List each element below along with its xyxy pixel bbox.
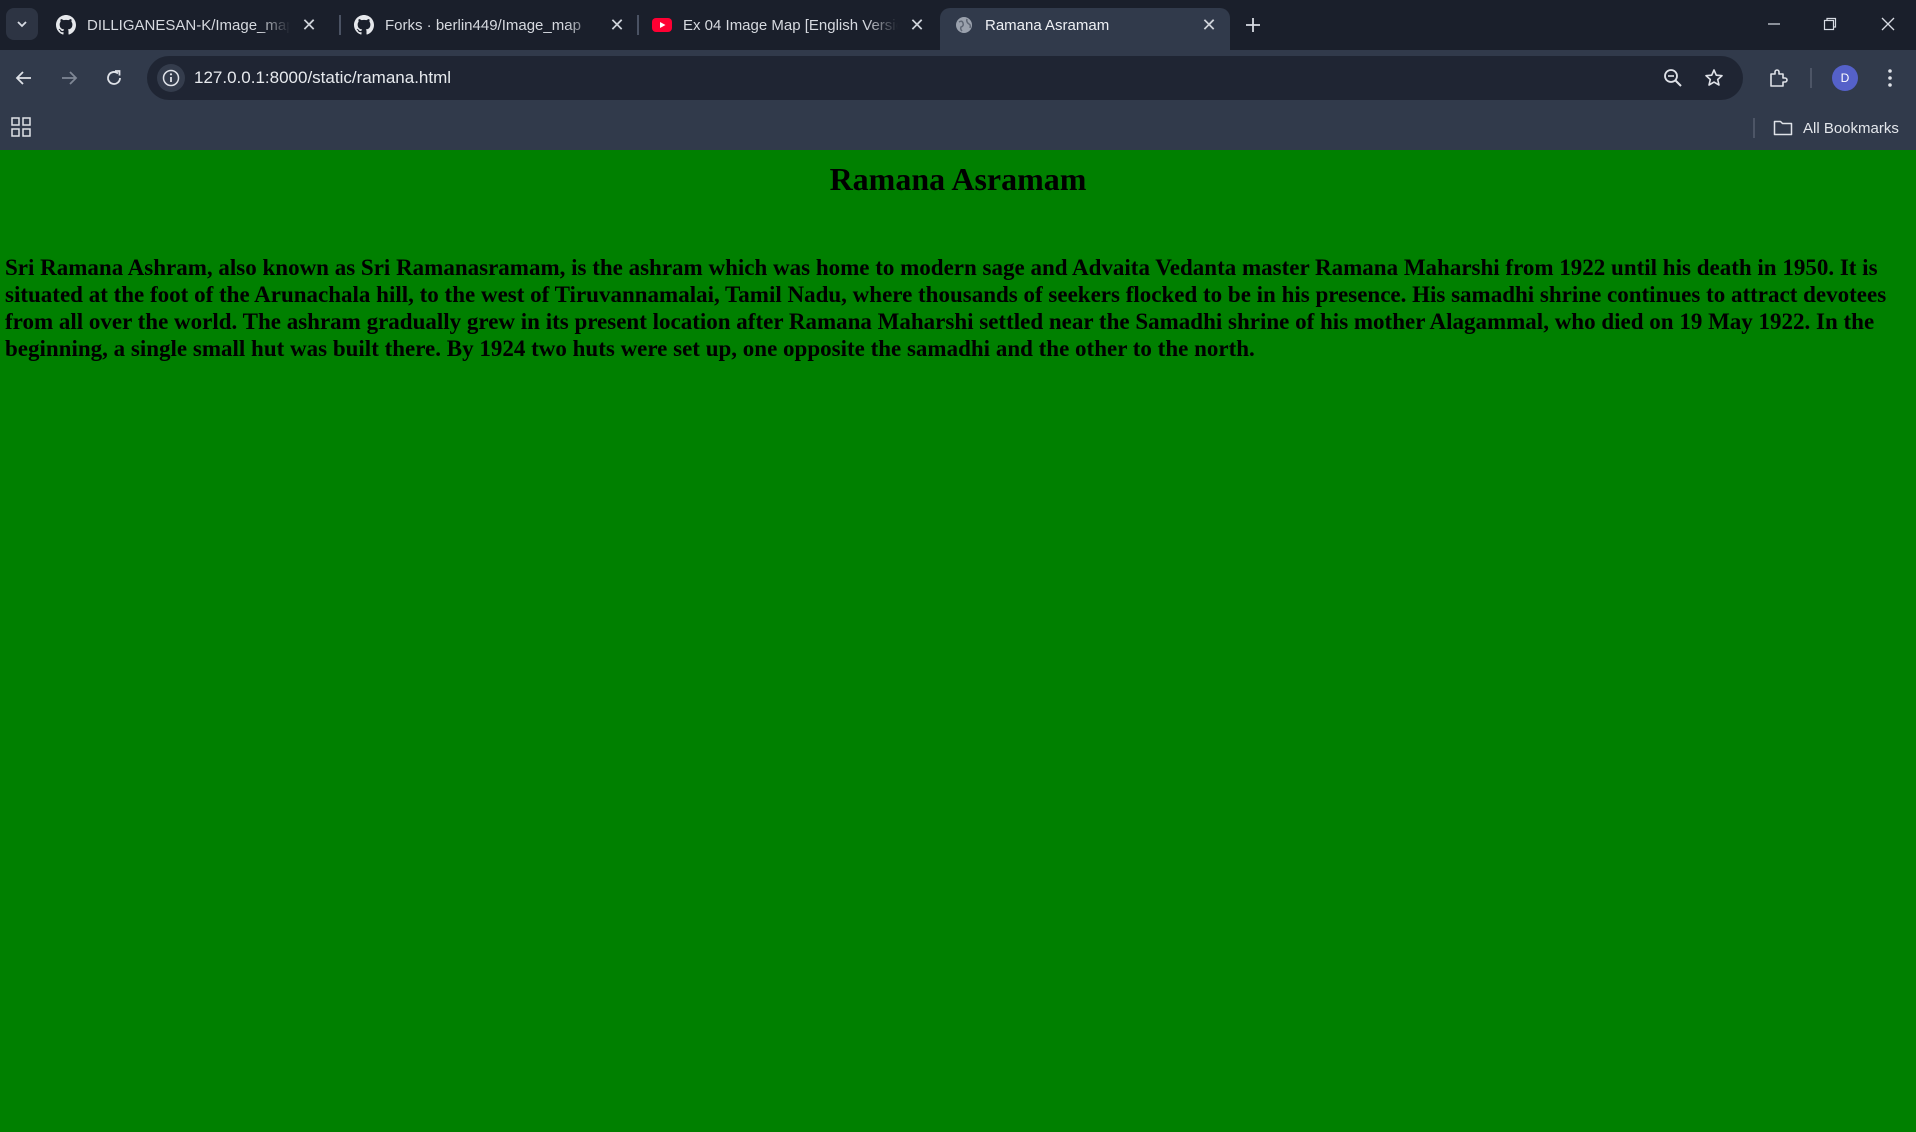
browser-chrome: DILLIGANESAN-K/Image_map ✕ Forks · berli… <box>0 0 1916 150</box>
plus-icon <box>1246 18 1260 32</box>
close-icon[interactable]: ✕ <box>298 14 320 36</box>
forward-button[interactable] <box>51 60 87 96</box>
minimize-icon <box>1768 23 1780 25</box>
page-paragraph: Sri Ramana Ashram, also known as Sri Ram… <box>5 255 1887 361</box>
all-bookmarks-label: All Bookmarks <box>1803 119 1899 137</box>
menu-button[interactable] <box>1872 60 1908 96</box>
tab-title: Ramana Asramam <box>985 16 1110 34</box>
github-icon <box>56 15 76 35</box>
tab-title: Forks · berlin449/Image_map <box>385 16 581 34</box>
zoom-button[interactable] <box>1661 66 1685 90</box>
tab-title: DILLIGANESAN-K/Image_map <box>87 16 290 34</box>
tab-forks-image-map[interactable]: Forks · berlin449/Image_map ✕ <box>340 8 638 42</box>
close-icon[interactable]: ✕ <box>1198 14 1220 36</box>
url-text[interactable]: 127.0.0.1:8000/static/ramana.html <box>194 68 451 88</box>
new-tab-button[interactable] <box>1238 10 1268 40</box>
reload-icon <box>107 70 121 85</box>
tab-search-button[interactable] <box>6 8 38 40</box>
reload-button[interactable] <box>96 60 132 96</box>
info-icon <box>162 69 180 87</box>
bookmarks-divider <box>1753 118 1755 138</box>
apps-grid-icon[interactable] <box>10 116 32 138</box>
globe-icon <box>956 17 972 33</box>
bookmark-star-button[interactable] <box>1702 66 1726 90</box>
tab-youtube-image-map[interactable]: Ex 04 Image Map [English Version] ✕ <box>638 8 938 42</box>
site-info-button[interactable] <box>157 64 185 92</box>
toolbar: 127.0.0.1:8000/static/ramana.html D <box>0 50 1916 106</box>
back-button[interactable] <box>6 60 42 96</box>
bookmarks-bar: All Bookmarks <box>0 106 1916 150</box>
github-icon <box>354 15 374 35</box>
tab-ramana-asramam[interactable]: Ramana Asramam ✕ <box>940 8 1230 50</box>
puzzle-icon <box>1770 69 1788 87</box>
close-icon[interactable]: ✕ <box>906 14 928 36</box>
arrow-left-icon <box>15 71 31 85</box>
zoom-out-icon <box>1664 69 1682 87</box>
star-icon <box>1705 69 1723 86</box>
close-icon <box>1881 17 1895 31</box>
avatar[interactable]: D <box>1832 65 1858 91</box>
page-content: Ramana Asramam Sri Ramana Ashram, also k… <box>0 150 1916 1132</box>
youtube-icon <box>652 18 672 32</box>
tab-github-image-map[interactable]: DILLIGANESAN-K/Image_map ✕ <box>42 8 330 42</box>
tab-strip: DILLIGANESAN-K/Image_map ✕ Forks · berli… <box>0 0 1916 50</box>
restore-icon <box>1823 17 1837 31</box>
close-window-button[interactable] <box>1860 0 1916 48</box>
tab-title: Ex 04 Image Map [English Version] <box>683 16 898 34</box>
folder-icon <box>1773 120 1793 136</box>
all-bookmarks-button[interactable]: All Bookmarks <box>1773 114 1899 142</box>
arrow-right-icon <box>62 71 78 85</box>
extensions-button[interactable] <box>1760 60 1796 96</box>
restore-button[interactable] <box>1802 0 1858 48</box>
page-title: Ramana Asramam <box>829 161 1087 197</box>
address-bar[interactable]: 127.0.0.1:8000/static/ramana.html <box>147 56 1743 100</box>
toolbar-divider <box>1810 68 1812 88</box>
chevron-down-icon <box>17 21 27 28</box>
minimize-button[interactable] <box>1746 0 1802 48</box>
close-icon[interactable]: ✕ <box>606 14 628 36</box>
more-vertical-icon <box>1888 69 1892 87</box>
